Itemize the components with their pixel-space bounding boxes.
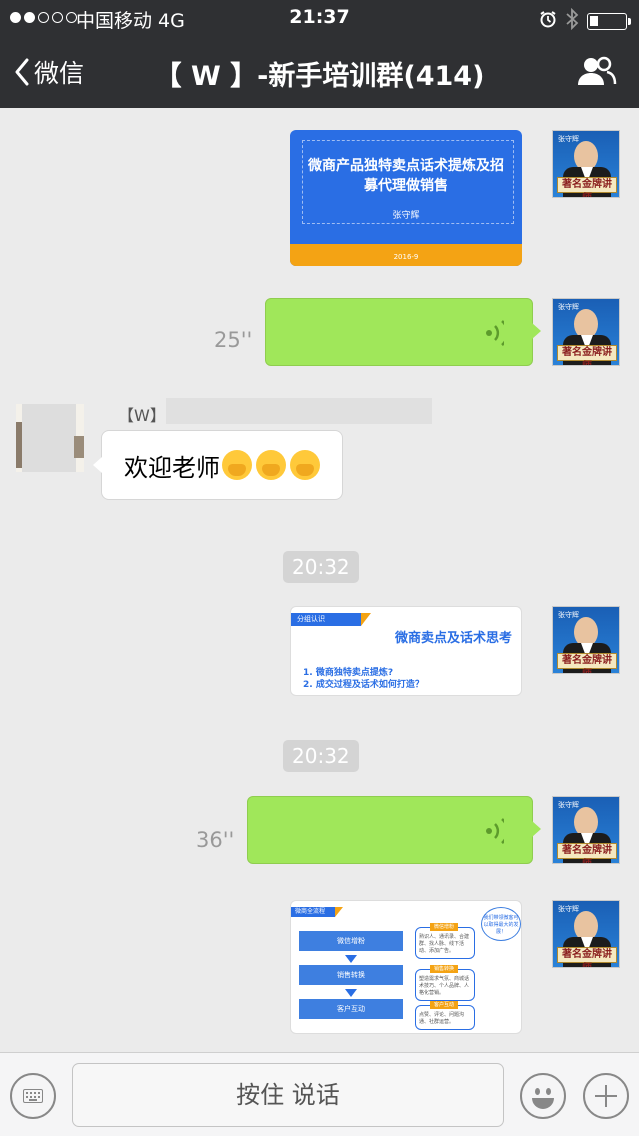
sender-name: 【W】	[118, 406, 166, 425]
my-avatar[interactable]: 张守辉 著名金牌讲师	[552, 606, 620, 674]
my-avatar[interactable]: 张守辉 著名金牌讲师	[552, 900, 620, 968]
flow-card: 销售转换 塑造需求气氛、商城话术技巧、个人品牌、人格化营销。	[415, 965, 475, 1001]
voice-wave-icon	[486, 320, 504, 346]
slide-header: 微商全流程	[291, 907, 343, 917]
flow-card: 客户互动 点赞、评论、问题沟通、社群运营。	[415, 1001, 475, 1030]
timestamp: 20:32	[283, 551, 359, 583]
speech-cloud: 我们带领微客可以取得最大的发展！	[481, 907, 521, 941]
hug-emoji-icon	[256, 450, 286, 480]
keyboard-toggle-button[interactable]	[10, 1073, 56, 1119]
voice-duration: 36''	[196, 828, 235, 852]
keyboard-icon	[23, 1089, 43, 1103]
flow-box: 客户互动	[299, 999, 403, 1019]
image-message-slide-1[interactable]: 微商产品独特卖点话术提炼及招募代理做销售 张守辉 2016-9	[290, 130, 522, 266]
redacted-sender-name	[166, 398, 432, 424]
slide-title: 微商卖点及话术思考	[395, 631, 513, 646]
chat-title: 【 W 】-新手培训群(414)	[154, 61, 485, 92]
image-message-slide-3[interactable]: 微商全流程 微信增粉 销售转换 客户互动 微信增粉 熟识人、通讯录、合建群、找人…	[290, 900, 522, 1034]
down-arrow-icon	[345, 955, 357, 963]
slide-header: 分组认识	[291, 613, 371, 626]
chat-area[interactable]: 微商产品独特卖点话术提炼及招募代理做销售 张守辉 2016-9 张守辉 著名金牌…	[0, 108, 639, 1052]
hug-emoji-icon	[222, 450, 252, 480]
voice-message[interactable]	[247, 796, 541, 864]
top-bar: 中国移动 4G 21:37 微信 【 W 】-新手培训群(414)	[0, 0, 639, 108]
navigation-bar: 微信 【 W 】-新手培训群(414)	[0, 40, 639, 104]
text-message[interactable]: 欢迎老师	[93, 430, 343, 500]
status-bar: 中国移动 4G 21:37	[0, 0, 639, 36]
slide-title: 微商产品独特卖点话术提炼及招募代理做销售	[308, 158, 504, 194]
flow-box: 销售转换	[299, 965, 403, 985]
slide-author: 张守辉	[392, 211, 420, 221]
my-avatar[interactable]: 张守辉 著名金牌讲师	[552, 298, 620, 366]
hold-to-talk-button[interactable]: 按住 说话	[72, 1063, 504, 1127]
flow-card: 微信增粉 熟识人、通讯录、合建群、找人脉、线下活动、添加广告。	[415, 923, 475, 959]
timestamp: 20:32	[283, 740, 359, 772]
voice-duration: 25''	[214, 328, 253, 352]
hug-emoji-icon	[290, 450, 320, 480]
image-message-slide-2[interactable]: 分组认识 微商卖点及话术思考 1. 微商独特卖点提炼? 2. 成交过程及话术如何…	[290, 606, 522, 696]
voice-message[interactable]	[265, 298, 541, 366]
flow-box: 微信增粉	[299, 931, 403, 951]
my-avatar[interactable]: 张守辉 著名金牌讲师	[552, 130, 620, 198]
down-arrow-icon	[345, 989, 357, 997]
slide-point-2: 2. 成交过程及话术如何打造？	[303, 680, 424, 690]
voice-wave-icon	[486, 818, 504, 844]
my-avatar[interactable]: 张守辉 著名金牌讲师	[552, 796, 620, 864]
message-text: 欢迎老师	[124, 453, 220, 482]
group-members-icon[interactable]	[577, 56, 617, 90]
sender-avatar[interactable]	[16, 404, 84, 472]
bluetooth-icon	[565, 7, 579, 35]
more-plus-button[interactable]	[583, 1073, 629, 1119]
emoji-button[interactable]	[520, 1073, 566, 1119]
alarm-icon	[539, 10, 557, 33]
battery-icon	[587, 13, 631, 30]
slide-date: 2016-9	[393, 253, 419, 261]
input-bar: 按住 说话	[0, 1052, 639, 1136]
